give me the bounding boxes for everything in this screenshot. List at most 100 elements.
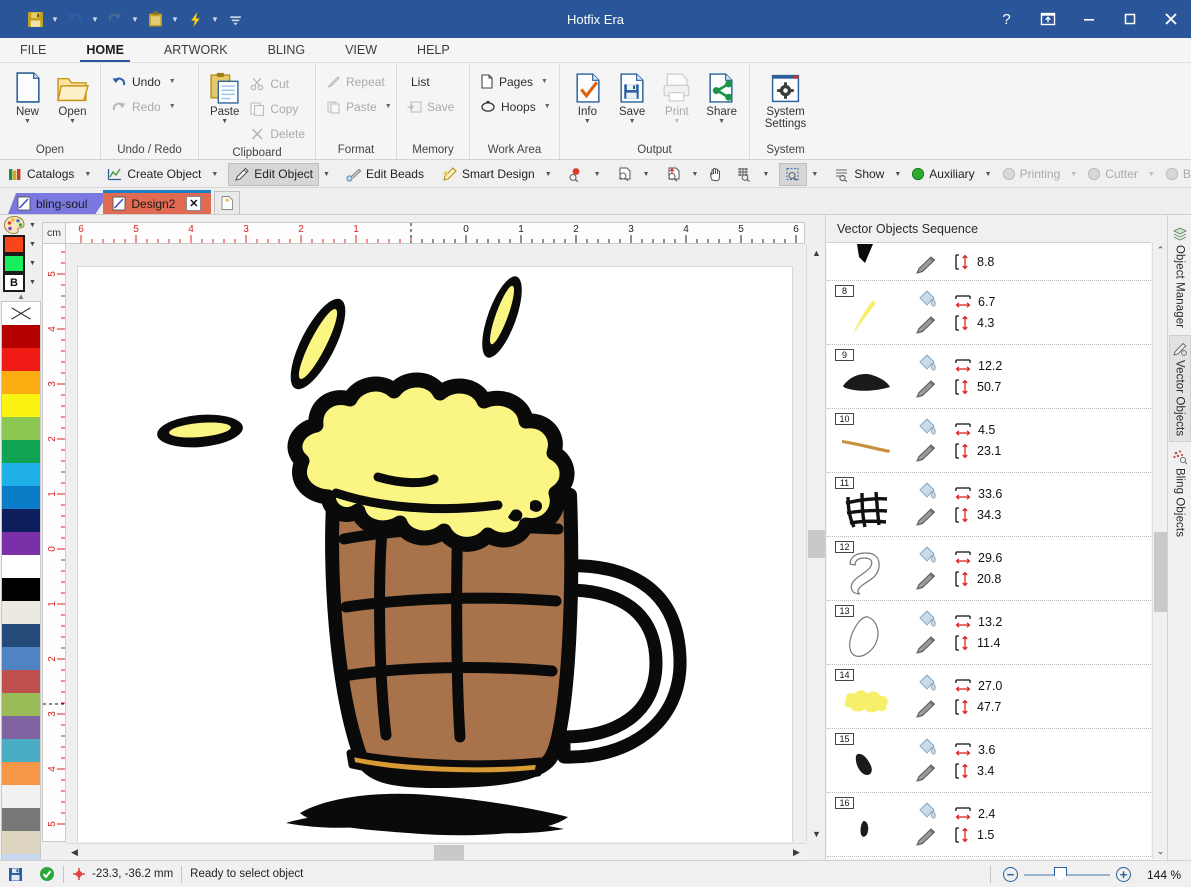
lightning-icon[interactable] xyxy=(182,6,208,32)
design-paper[interactable] xyxy=(78,267,792,842)
open-button[interactable]: Open ▼ xyxy=(50,67,95,126)
palette-chooser-caret[interactable]: ▼ xyxy=(29,222,36,229)
zoom-slider-knob[interactable] xyxy=(1054,866,1067,882)
edit-beads-button[interactable]: Edit Beads xyxy=(340,163,430,186)
edit-object-caret[interactable]: ▼ xyxy=(319,171,334,178)
canvas-horizontal-scroll-thumb[interactable] xyxy=(434,845,464,860)
fill-bucket-icon[interactable] xyxy=(917,417,938,437)
palette-color[interactable] xyxy=(2,394,40,417)
help-button[interactable]: ? xyxy=(986,0,1027,38)
save-dropdown-caret[interactable]: ▼ xyxy=(48,6,62,32)
vertical-ruler[interactable]: 5 4 3 2 1 0 1 2 3 4 5 xyxy=(42,244,66,842)
create-object-caret[interactable]: ▼ xyxy=(207,171,222,178)
palette-color[interactable] xyxy=(2,670,40,693)
share-button-caret[interactable]: ▼ xyxy=(718,118,725,126)
cutter-button[interactable]: Cutter xyxy=(1081,163,1144,186)
pen-outline-icon[interactable] xyxy=(915,635,937,655)
zoom-out-button[interactable]: − xyxy=(1003,867,1018,882)
canvas-horizontal-scrollbar[interactable]: ◀ ▶ xyxy=(66,843,805,861)
status-save-indicator[interactable] xyxy=(0,861,31,887)
catalogs-button[interactable]: Catalogs xyxy=(2,163,80,186)
palette-color[interactable] xyxy=(2,509,40,532)
minimize-button[interactable] xyxy=(1068,0,1109,38)
pages-button[interactable]: Pages ▼ xyxy=(475,69,553,94)
vector-object-row[interactable]: 14 27.0 47.7 xyxy=(827,665,1151,729)
beer-mug-artwork[interactable] xyxy=(78,267,792,842)
vector-object-row[interactable]: 13 13.2 11.4 xyxy=(827,601,1151,665)
smart-design-caret[interactable]: ▼ xyxy=(541,171,556,178)
new-button[interactable]: New ▼ xyxy=(5,67,50,126)
pen-outline-icon[interactable] xyxy=(915,827,937,847)
pen-outline-icon[interactable] xyxy=(915,507,937,527)
fill-bucket-icon[interactable] xyxy=(917,545,938,565)
grid-zoom-caret[interactable]: ▼ xyxy=(758,171,773,178)
fill-bucket-icon[interactable] xyxy=(917,673,938,693)
create-object-button[interactable]: Create Object xyxy=(101,163,207,186)
lightning-dropdown-caret[interactable]: ▼ xyxy=(208,6,222,32)
zoom-in-button[interactable]: + xyxy=(1116,867,1131,882)
horizontal-ruler[interactable]: 6 5 4 3 2 1 0 1 2 3 4 5 6 xyxy=(66,222,805,244)
palette-color[interactable] xyxy=(2,532,40,555)
redo-button[interactable]: Redo ▼ xyxy=(106,94,181,119)
auxiliary-button[interactable]: Auxiliary xyxy=(905,163,980,186)
ribbon-tab-bling[interactable]: BLING xyxy=(248,37,326,62)
save-button-caret[interactable]: ▼ xyxy=(629,118,636,126)
bling-button[interactable]: Bling xyxy=(1159,163,1191,186)
ribbon-tab-artwork[interactable]: ARTWORK xyxy=(144,37,248,62)
palette-color[interactable] xyxy=(2,831,40,854)
fill-bucket-icon[interactable] xyxy=(917,353,938,373)
palette-color[interactable] xyxy=(2,693,40,716)
undo-icon[interactable] xyxy=(62,6,88,32)
smart-design-button[interactable]: Smart Design xyxy=(436,163,541,186)
fill-bucket-icon[interactable] xyxy=(917,289,938,309)
ribbon-tab-help[interactable]: HELP xyxy=(397,37,470,62)
ribbon-tab-view[interactable]: VIEW xyxy=(325,37,397,62)
pages-button-caret[interactable]: ▼ xyxy=(541,78,548,85)
vector-objects-list[interactable]: 8.8 8 6.7 4.3 9 12.2 50.7 10 4.5 23.1 11… xyxy=(827,242,1151,859)
pen-outline-icon[interactable] xyxy=(915,315,937,335)
fill-bucket-icon[interactable] xyxy=(917,609,938,629)
palette-chooser-row[interactable]: ▼ xyxy=(0,215,42,235)
canvas-scroll-up-arrow[interactable]: ▲ xyxy=(807,244,826,261)
maximize-button[interactable] xyxy=(1109,0,1150,38)
canvas-scroll-right-arrow[interactable]: ▶ xyxy=(788,844,805,861)
undo-button[interactable]: Undo ▼ xyxy=(106,69,181,94)
new-tab-button[interactable] xyxy=(214,191,241,214)
canvas-scroll-down-arrow[interactable]: ▼ xyxy=(807,825,826,842)
vector-object-row[interactable]: 12 29.6 20.8 xyxy=(827,537,1151,601)
vector-object-row[interactable]: 8 6.7 4.3 xyxy=(827,281,1151,345)
palette-color[interactable] xyxy=(2,739,40,762)
palette-scroll-up[interactable]: ▲ xyxy=(1,292,41,301)
palette-color[interactable] xyxy=(2,716,40,739)
outline-color-row[interactable]: ▼ xyxy=(0,254,42,273)
palette-color[interactable] xyxy=(2,555,40,578)
redo-icon[interactable] xyxy=(102,6,128,32)
printing-caret[interactable]: ▼ xyxy=(1066,171,1081,178)
zoom-pin-button[interactable] xyxy=(562,163,590,186)
paste-button[interactable]: Paste ▼ xyxy=(204,67,245,126)
palette-color[interactable] xyxy=(2,647,40,670)
memory-save-button[interactable]: Save xyxy=(402,94,459,119)
pen-outline-icon[interactable] xyxy=(915,699,937,719)
print-button-caret[interactable]: ▼ xyxy=(673,118,680,126)
pen-outline-icon[interactable] xyxy=(915,763,937,783)
palette-color[interactable] xyxy=(2,578,40,601)
clipboard-dropdown-caret[interactable]: ▼ xyxy=(168,6,182,32)
vector-panel-scroll-thumb[interactable] xyxy=(1154,532,1167,612)
zoom-selection-button[interactable] xyxy=(660,163,688,186)
vector-object-row[interactable]: 8.8 xyxy=(827,243,1151,281)
fill-bucket-icon[interactable] xyxy=(917,481,938,501)
ribbon-tab-home[interactable]: HOME xyxy=(66,37,144,62)
fill-bucket-icon[interactable] xyxy=(917,737,938,757)
redo-dropdown-caret[interactable]: ▼ xyxy=(128,6,142,32)
vector-object-row[interactable]: 15 3.6 3.4 xyxy=(827,729,1151,793)
palette-color[interactable] xyxy=(2,486,40,509)
zoom-box-button[interactable] xyxy=(779,162,808,186)
info-button[interactable]: Info ▼ xyxy=(565,67,610,126)
document-tab-bling-soul[interactable]: bling-soul xyxy=(8,193,109,214)
bead-style-caret[interactable]: ▼ xyxy=(29,279,36,286)
system-settings-button[interactable]: System Settings xyxy=(758,67,814,130)
vector-panel-scroll-down[interactable]: ⌄ xyxy=(1153,843,1168,859)
vector-object-row[interactable]: 11 33.6 34.3 xyxy=(827,473,1151,537)
canvas-vertical-scrollbar[interactable]: ▲ ▼ xyxy=(806,244,826,842)
